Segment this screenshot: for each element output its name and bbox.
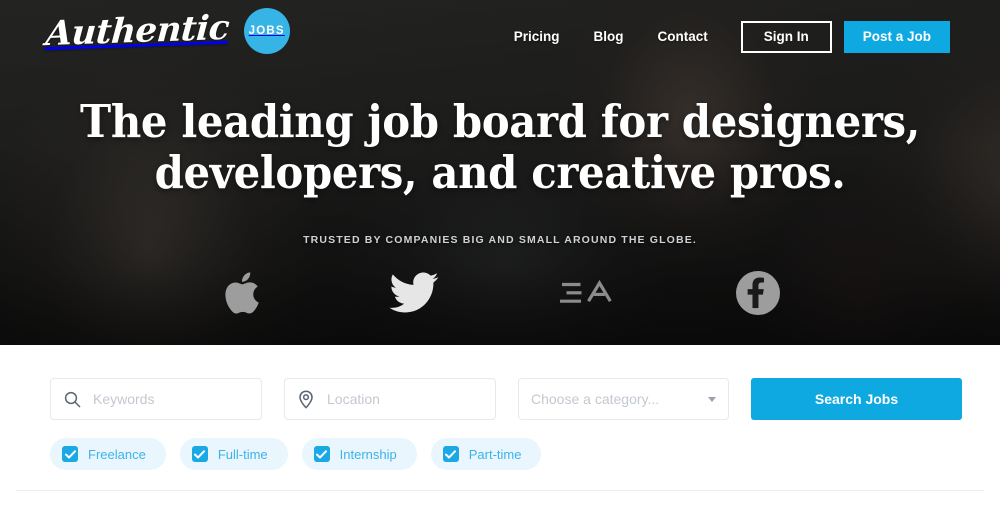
- chevron-down-icon: [708, 396, 716, 402]
- category-select[interactable]: Choose a category...: [518, 378, 729, 420]
- headline-line-1: The leading job board for designers,: [80, 95, 920, 148]
- sign-in-button[interactable]: Sign In: [740, 21, 832, 53]
- keywords-input[interactable]: [93, 391, 261, 407]
- trusted-by-caption: TRUSTED BY COMPANIES BIG AND SMALL AROUN…: [303, 234, 697, 246]
- filter-chip-freelance[interactable]: Freelance: [50, 438, 166, 470]
- job-search-section: Choose a category... Search Jobs Freelan…: [0, 345, 1000, 519]
- nav-links-group: Pricing Blog Contact Sign In Post a Job: [497, 21, 950, 53]
- search-form-row: Choose a category... Search Jobs: [50, 378, 962, 420]
- nav-link-pricing[interactable]: Pricing: [497, 21, 577, 53]
- checkbox-checked-icon[interactable]: [191, 446, 208, 462]
- twitter-logo-icon: [383, 262, 445, 324]
- brand-jobs-badge: JOBS: [243, 8, 290, 54]
- facebook-logo-icon: [727, 262, 789, 324]
- checkbox-checked-icon[interactable]: [442, 446, 459, 462]
- category-selected-value: Choose a category...: [531, 391, 660, 407]
- filter-chip-label: Internship: [339, 446, 397, 462]
- location-input[interactable]: [327, 391, 495, 407]
- ea-logo-icon: [555, 262, 617, 324]
- search-icon: [51, 391, 93, 408]
- top-navigation-bar: Authentic JOBS Pricing Blog Contact Sign…: [0, 0, 1000, 74]
- checkbox-checked-icon[interactable]: [62, 446, 78, 462]
- section-divider: [16, 490, 984, 491]
- keywords-field[interactable]: [50, 378, 262, 420]
- hero-headline: The leading job board for designers, dev…: [35, 96, 965, 198]
- brand-wordmark: Authentic: [44, 7, 231, 55]
- filter-chip-label: Freelance: [88, 446, 146, 462]
- nav-link-blog[interactable]: Blog: [576, 21, 640, 53]
- brand-logo[interactable]: Authentic JOBS: [44, 7, 290, 55]
- search-jobs-button[interactable]: Search Jobs: [751, 378, 962, 420]
- post-a-job-button[interactable]: Post a Job: [843, 21, 950, 53]
- landing-page: Authentic JOBS Pricing Blog Contact Sign…: [0, 0, 1000, 519]
- filter-chip-internship[interactable]: Internship: [301, 438, 417, 470]
- apple-logo-icon: [211, 262, 273, 324]
- job-type-filters: Freelance Full-time Internship Part-time: [50, 438, 542, 470]
- filter-chip-full-time[interactable]: Full-time: [179, 438, 288, 470]
- map-pin-icon: [285, 389, 327, 409]
- headline-line-2: developers, and creative pros.: [154, 146, 846, 199]
- filter-chip-label: Part-time: [468, 446, 522, 462]
- checkbox-checked-icon[interactable]: [313, 446, 330, 462]
- hero-section: Authentic JOBS Pricing Blog Contact Sign…: [0, 0, 1000, 345]
- filter-chip-label: Full-time: [217, 446, 268, 462]
- location-field[interactable]: [284, 378, 496, 420]
- filter-chip-part-time[interactable]: Part-time: [430, 438, 542, 470]
- client-logos-row: [0, 262, 1000, 324]
- nav-link-contact[interactable]: Contact: [640, 21, 724, 53]
